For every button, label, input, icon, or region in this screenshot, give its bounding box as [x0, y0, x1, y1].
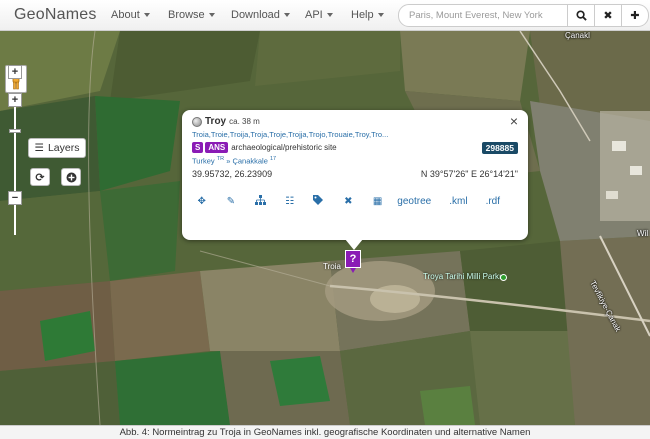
rdf-link[interactable]: .rdf — [486, 196, 500, 207]
geonameid-badge[interactable]: 298885 — [481, 142, 518, 154]
marker-glyph: ? — [349, 253, 357, 265]
geotree-link[interactable]: geotree — [397, 196, 431, 207]
menu-help[interactable]: Help — [351, 0, 384, 31]
close-icon: ✖ — [603, 10, 613, 22]
move-icon[interactable]: ✥ — [192, 196, 211, 207]
menu-about[interactable]: About — [111, 0, 150, 31]
caret-down-icon — [283, 13, 290, 17]
feature-class-badge: S — [192, 142, 204, 153]
caret-down-icon — [143, 13, 150, 17]
caret-down-icon — [377, 13, 384, 17]
menu-download-label: Download — [231, 9, 280, 21]
menu-browse[interactable]: Browse — [168, 0, 215, 31]
feature-code-badge: ANS — [205, 142, 229, 153]
feature-row: S ANS archaeological/prehistoric site 29… — [192, 142, 518, 154]
search-input[interactable] — [398, 4, 568, 27]
close-icon: × — [509, 113, 518, 129]
search-group: ✖ ✚ — [398, 4, 649, 27]
brand-logo[interactable]: GeoNames — [14, 6, 108, 24]
hierarchy-separator: » — [226, 156, 231, 166]
alternate-names-link[interactable]: Troia,Troie,Troija,Troja,Troje,Trojja,Tr… — [192, 130, 518, 139]
zoom-slider-track[interactable] — [14, 105, 16, 235]
refresh-icon: ⟳ — [35, 171, 45, 184]
popup-toolbar: ✥ ✎ ☷ ✖ ▦ geotree .kml .rdf — [192, 194, 518, 208]
admin1-link[interactable]: Çanakkale — [232, 157, 267, 166]
globe-icon — [192, 116, 202, 127]
menu-api[interactable]: API — [305, 0, 333, 31]
clear-search-button[interactable]: ✖ — [595, 4, 622, 27]
country-code: TR — [216, 156, 225, 162]
park-poi-icon[interactable] — [500, 274, 507, 281]
tag-icon — [313, 194, 324, 205]
place-marker[interactable]: ? — [345, 250, 361, 273]
admin-hierarchy: Turkey TR » Çanakkale 17 — [192, 156, 518, 166]
menu-download[interactable]: Download — [231, 0, 290, 31]
place-elevation: ca. 38 m — [229, 117, 260, 126]
park-label: Troya Tarihi Milli Parkı — [423, 272, 502, 281]
decimal-coordinates: 39.95732, 26.23909 — [192, 168, 273, 179]
layers-label: Layers — [47, 142, 80, 154]
place-info-popup: × Troy ca. 38 m Troia,Troie,Troija,Troja… — [182, 110, 528, 250]
list-icon: ☰ — [34, 142, 44, 154]
place-label-troia: Troia — [323, 262, 341, 271]
popup-pointer — [345, 239, 363, 250]
zoom-out-button[interactable]: − — [8, 191, 22, 205]
caret-down-icon — [208, 13, 215, 17]
admin1-code: 17 — [270, 156, 277, 162]
ordered-list-icon[interactable]: ☷ — [280, 196, 299, 207]
search-icon — [575, 10, 587, 21]
add-marker-button[interactable] — [61, 168, 81, 186]
caret-down-icon — [326, 13, 333, 17]
edit-icon[interactable]: ✎ — [221, 196, 240, 207]
place-header: Troy ca. 38 m — [192, 116, 518, 127]
tags-icon[interactable] — [309, 194, 328, 208]
table-icon[interactable]: ▦ — [368, 196, 387, 207]
search-button[interactable] — [568, 4, 595, 27]
add-button[interactable]: ✚ — [622, 4, 649, 27]
hierarchy-icon[interactable] — [251, 194, 270, 208]
sitemap-icon — [254, 194, 266, 205]
menu-browse-label: Browse — [168, 9, 205, 21]
kml-link[interactable]: .kml — [449, 196, 467, 207]
satellite-map[interactable]: + + − ☰ Layers ⟳ Çanakl Tevfikiye-Çanak … — [0, 31, 650, 425]
feature-description: archaeological/prehistoric site — [231, 143, 337, 152]
country-link[interactable]: Turkey — [192, 157, 215, 166]
zoom-in-button[interactable]: + — [8, 65, 22, 79]
zoom-in-button-alt[interactable]: + — [8, 93, 22, 107]
menu-api-label: API — [305, 9, 323, 21]
plus-icon: ✚ — [630, 10, 640, 22]
close-popup-button[interactable]: × — [510, 113, 518, 129]
delete-icon[interactable]: ✖ — [339, 196, 358, 207]
plus-circle-icon — [66, 172, 76, 182]
road-label-canakkale: Çanakl — [565, 31, 590, 40]
zoom-slider-handle[interactable] — [9, 129, 21, 133]
menu-about-label: About — [111, 9, 140, 21]
refresh-button[interactable]: ⟳ — [30, 168, 50, 186]
figure-caption: Abb. 4: Normeintrag zu Troja in GeoNames… — [0, 425, 650, 439]
place-name[interactable]: Troy — [205, 116, 226, 127]
road-label-right: Wil — [637, 229, 649, 238]
top-navbar: GeoNames About Browse Download API Help … — [0, 0, 650, 31]
coordinates-row: 39.95732, 26.23909 N 39°57'26" E 26°14'2… — [192, 169, 518, 179]
menu-help-label: Help — [351, 9, 374, 21]
dms-coordinates: N 39°57'26" E 26°14'21" — [420, 168, 518, 179]
layers-button[interactable]: ☰ Layers — [28, 138, 86, 158]
